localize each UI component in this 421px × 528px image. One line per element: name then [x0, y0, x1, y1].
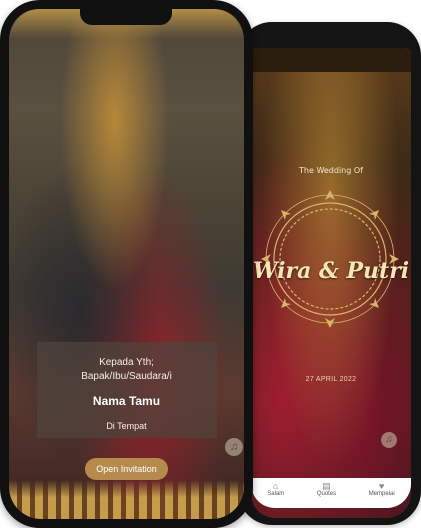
- back-status-bar: [251, 48, 411, 72]
- home-icon: ⌂: [273, 481, 279, 491]
- music-note-icon: ♫: [385, 434, 393, 445]
- nav-label: Mempelai: [368, 491, 395, 497]
- open-invitation-button[interactable]: Open Invitation: [85, 458, 168, 480]
- front-phone: Kepada Yth; Bapak/Ibu/Saudara/i Nama Tam…: [0, 0, 253, 528]
- back-phone: The Wedding Of Wira & Putri 27 APRIL 202…: [238, 22, 421, 525]
- music-button[interactable]: ♫: [225, 438, 243, 456]
- phone-notch: [80, 9, 172, 25]
- heart-icon: ♥: [379, 481, 385, 491]
- back-music-button[interactable]: ♫: [381, 432, 397, 448]
- guest-name: Nama Tamu: [92, 394, 161, 408]
- wedding-date: 27 APRIL 2022: [305, 376, 357, 383]
- guest-location: Di Tempat: [106, 421, 147, 431]
- nav-item-mempelai[interactable]: ♥ Mempelai: [369, 478, 395, 497]
- nav-item-salam[interactable]: ⌂ Salam: [267, 478, 284, 497]
- gold-ornament-bottom: [9, 480, 244, 519]
- bottom-navigation: ⌂ Salam ▤ Quotes ♥ Mempelai: [251, 478, 411, 508]
- greeting-line-1: Kepada Yth;: [99, 357, 154, 368]
- nav-label: Salam: [267, 491, 285, 497]
- greeting-line-2: Bapak/Ibu/Saudara/i: [81, 371, 172, 382]
- nav-label: Quotes: [316, 491, 337, 497]
- quote-icon: ▤: [322, 481, 331, 491]
- couple-names: Wira & Putri: [252, 258, 410, 284]
- music-note-icon: ♫: [229, 441, 239, 453]
- nav-item-quotes[interactable]: ▤ Quotes: [317, 478, 336, 497]
- wedding-label: The Wedding Of: [299, 166, 363, 175]
- front-phone-screen: [9, 9, 244, 519]
